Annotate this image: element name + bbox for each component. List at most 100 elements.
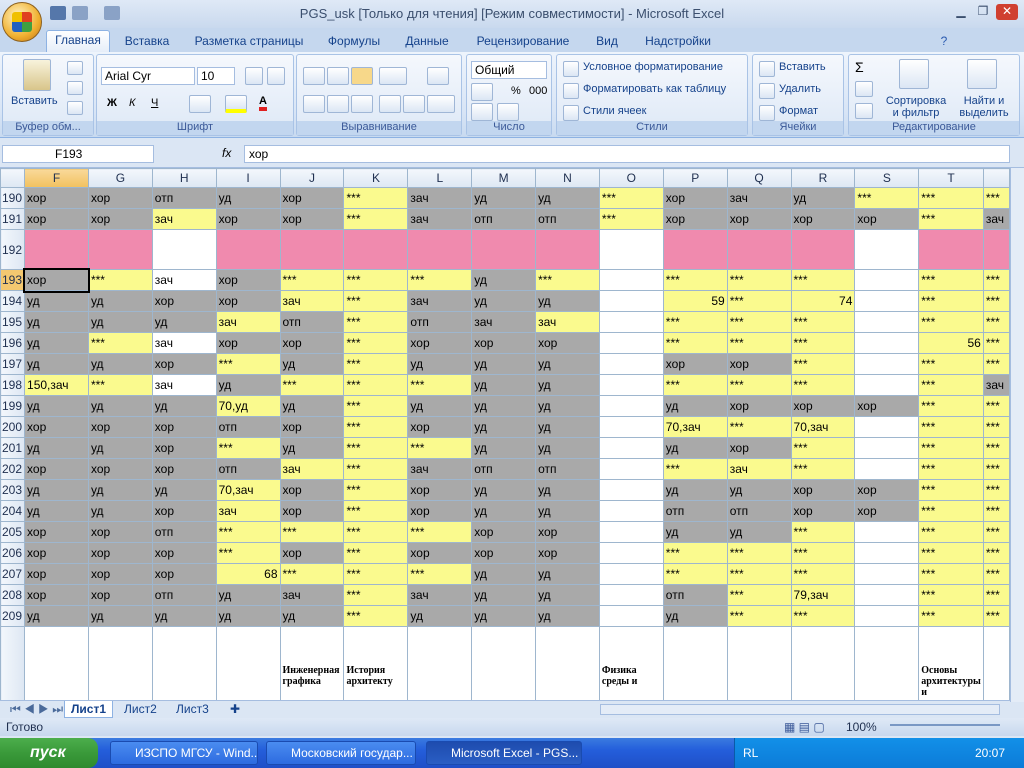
cell[interactable]: хор — [471, 521, 537, 543]
cell[interactable] — [854, 563, 920, 585]
column-header[interactable]: M — [471, 168, 537, 188]
shrink-font-icon[interactable] — [267, 67, 285, 85]
row-header[interactable]: 201 — [0, 437, 26, 459]
cell[interactable]: *** — [598, 208, 664, 230]
cell[interactable] — [151, 626, 217, 702]
cell[interactable]: хор — [151, 563, 217, 585]
cell[interactable]: *** — [726, 605, 792, 627]
cell[interactable]: *** — [918, 584, 984, 606]
cell[interactable] — [854, 458, 920, 480]
row-header[interactable]: 193 — [0, 269, 26, 291]
cell[interactable]: *** — [918, 563, 984, 585]
merge-center-icon[interactable] — [427, 95, 455, 113]
cell[interactable] — [854, 521, 920, 543]
close-button[interactable]: ✕ — [996, 4, 1018, 20]
cell[interactable] — [918, 229, 984, 270]
cell[interactable] — [471, 229, 537, 270]
cell[interactable]: уд — [471, 605, 537, 627]
cell[interactable]: *** — [343, 458, 409, 480]
percent-icon[interactable]: % — [511, 85, 521, 97]
cell[interactable]: хор — [24, 187, 89, 209]
cell[interactable]: 70,зач — [215, 479, 281, 501]
cell[interactable]: хор — [790, 208, 856, 230]
row-header[interactable]: 203 — [0, 479, 26, 501]
cell[interactable]: уд — [24, 353, 89, 375]
tab-page-layout[interactable]: Разметка страницы — [190, 32, 308, 52]
cell[interactable]: уд — [279, 605, 345, 627]
cell[interactable]: *** — [790, 311, 856, 333]
cell[interactable] — [598, 290, 664, 312]
cell[interactable] — [982, 626, 1010, 702]
cell[interactable]: *** — [343, 605, 409, 627]
cell[interactable]: хор — [535, 542, 600, 564]
cell[interactable]: хор — [471, 542, 537, 564]
cell[interactable] — [598, 332, 664, 354]
cell[interactable]: хор — [24, 542, 89, 564]
cell[interactable]: хор — [151, 416, 217, 438]
column-header[interactable] — [982, 168, 1010, 188]
cell[interactable]: уд — [662, 605, 728, 627]
cell[interactable]: хор — [87, 416, 153, 438]
cell[interactable]: *** — [918, 353, 984, 375]
sheet-nav-arrows-icon[interactable]: ⏮ ◀ ▶ ⏭ — [4, 701, 69, 718]
cell[interactable]: хор — [726, 208, 792, 230]
tab-home[interactable]: Главная — [46, 30, 110, 52]
cell[interactable]: *** — [918, 208, 984, 230]
cell[interactable]: 74 — [790, 290, 856, 312]
cell[interactable]: *** — [215, 353, 281, 375]
row-header[interactable]: 192 — [0, 229, 26, 270]
cell[interactable] — [598, 395, 664, 417]
cell[interactable]: *** — [279, 269, 345, 291]
cell[interactable] — [790, 626, 856, 702]
cell[interactable] — [535, 626, 600, 702]
decrease-indent-icon[interactable] — [379, 95, 401, 113]
column-header[interactable]: P — [662, 168, 728, 188]
cell[interactable]: зач — [151, 269, 217, 291]
cell[interactable]: *** — [982, 605, 1010, 627]
cell[interactable]: *** — [343, 479, 409, 501]
cell[interactable]: *** — [918, 479, 984, 501]
cell[interactable]: отп — [471, 208, 537, 230]
cell[interactable]: зач — [407, 187, 473, 209]
cell[interactable]: *** — [790, 332, 856, 354]
cell[interactable]: уд — [535, 605, 600, 627]
cell[interactable]: хор — [151, 542, 217, 564]
cell[interactable]: хор — [215, 208, 281, 230]
cell[interactable]: отп — [215, 416, 281, 438]
cell[interactable] — [598, 479, 664, 501]
cell[interactable]: уд — [471, 353, 537, 375]
cell[interactable]: *** — [982, 479, 1010, 501]
cell[interactable] — [854, 605, 920, 627]
cell[interactable]: хор — [151, 458, 217, 480]
cell[interactable]: уд — [662, 395, 728, 417]
cell[interactable]: *** — [982, 542, 1010, 564]
cell[interactable]: хор — [87, 208, 153, 230]
cell[interactable]: уд — [87, 290, 153, 312]
cell[interactable]: уд — [535, 290, 600, 312]
cell[interactable]: хор — [24, 208, 89, 230]
cell[interactable]: хор — [87, 458, 153, 480]
office-button[interactable] — [2, 2, 42, 42]
cell[interactable]: уд — [726, 521, 792, 543]
cell[interactable]: хор — [279, 479, 345, 501]
cell[interactable]: *** — [343, 542, 409, 564]
cell[interactable]: *** — [343, 584, 409, 606]
cell[interactable]: зач — [726, 187, 792, 209]
cell[interactable]: отп — [151, 187, 217, 209]
cell[interactable] — [854, 542, 920, 564]
cell[interactable] — [87, 626, 153, 702]
cell[interactable]: *** — [790, 521, 856, 543]
cell[interactable]: хор — [279, 187, 345, 209]
cell[interactable]: уд — [24, 332, 89, 354]
cell[interactable]: хор — [407, 542, 473, 564]
cell[interactable]: хор — [726, 437, 792, 459]
cell[interactable]: 68 — [215, 563, 281, 585]
vertical-scrollbar[interactable] — [1010, 168, 1024, 702]
task-ie-2[interactable]: Московский государ... — [266, 741, 416, 765]
cell[interactable]: хор — [854, 479, 920, 501]
cell[interactable]: *** — [279, 374, 345, 396]
cell[interactable]: *** — [854, 187, 920, 209]
cell[interactable] — [854, 229, 920, 270]
cell[interactable]: уд — [535, 395, 600, 417]
cell[interactable]: *** — [790, 563, 856, 585]
